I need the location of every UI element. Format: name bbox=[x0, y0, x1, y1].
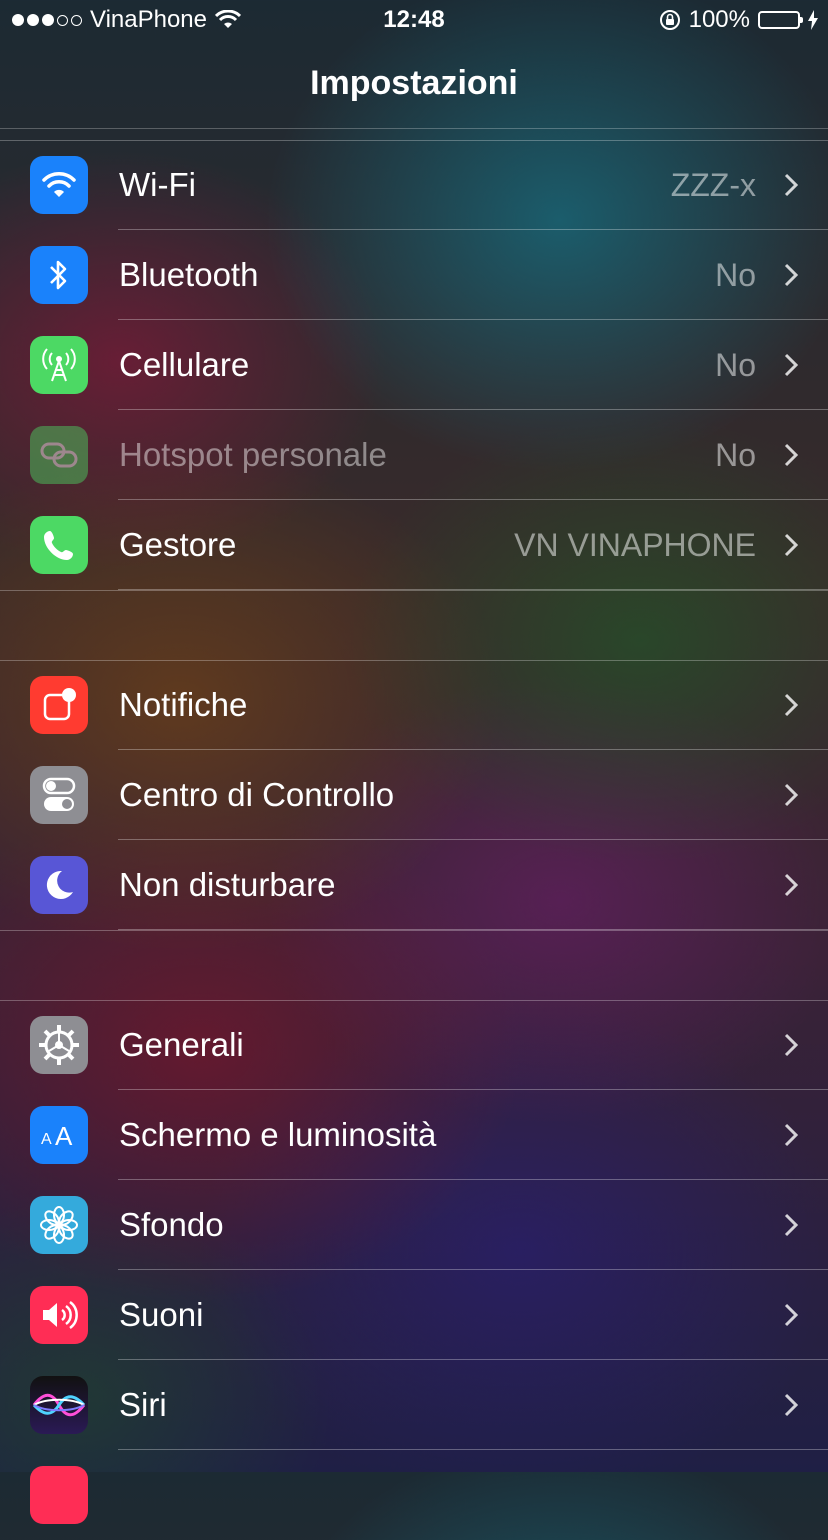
row-label: Sfondo bbox=[119, 1206, 224, 1243]
group-bottom-line bbox=[0, 590, 828, 591]
row-value: VN VINAPHONE bbox=[514, 527, 756, 563]
moon-icon bbox=[30, 856, 88, 914]
page-title: Impostazioni bbox=[310, 64, 518, 102]
row-label: Non disturbare bbox=[119, 866, 336, 903]
row-label: Gestore bbox=[119, 526, 237, 563]
svg-text:A: A bbox=[55, 1121, 73, 1150]
row-label: Hotspot personale bbox=[119, 436, 387, 473]
row-value: No bbox=[715, 257, 756, 293]
battery-percent: 100% bbox=[688, 6, 750, 33]
wallpaper-flower-icon bbox=[30, 1196, 88, 1254]
settings-row-siri[interactable]: Siri bbox=[0, 1360, 828, 1450]
control-center-toggles-icon bbox=[30, 766, 88, 824]
chevron-right-icon bbox=[784, 873, 798, 897]
chevron-right-icon bbox=[784, 1213, 798, 1237]
row-value: No bbox=[715, 347, 756, 383]
notifications-icon bbox=[30, 676, 88, 734]
nav-separator bbox=[0, 128, 828, 129]
chevron-right-icon bbox=[784, 693, 798, 717]
row-label: Notifiche bbox=[119, 686, 248, 723]
wifi-icon bbox=[30, 156, 88, 214]
group-bottom-line bbox=[0, 930, 828, 931]
settings-group-general: Generali A A Schermo e luminosità Sfondo… bbox=[0, 1000, 828, 1540]
chevron-right-icon bbox=[784, 1303, 798, 1327]
text-size-icon: A A bbox=[30, 1106, 88, 1164]
row-label: Siri bbox=[119, 1386, 167, 1423]
chevron-right-icon bbox=[784, 1393, 798, 1417]
settings-row-wallpaper[interactable]: Sfondo bbox=[0, 1180, 828, 1270]
settings-row-partial[interactable] bbox=[0, 1450, 828, 1540]
row-label: Cellulare bbox=[119, 346, 250, 383]
chevron-right-icon bbox=[784, 1033, 798, 1057]
chevron-right-icon bbox=[784, 533, 798, 557]
settings-row-bluetooth[interactable]: Bluetooth No bbox=[0, 230, 828, 320]
settings-group-notifications: Notifiche Centro di Controllo Non distur… bbox=[0, 660, 828, 931]
rotation-lock-icon bbox=[659, 10, 680, 30]
chevron-right-icon bbox=[784, 1123, 798, 1147]
row-label: Wi-Fi bbox=[119, 166, 196, 203]
row-label: Bluetooth bbox=[119, 256, 259, 293]
cellular-antenna-icon bbox=[30, 336, 88, 394]
chevron-right-icon bbox=[784, 443, 798, 467]
hotspot-chain-icon bbox=[30, 426, 88, 484]
gear-icon bbox=[30, 1016, 88, 1074]
chevron-right-icon bbox=[784, 263, 798, 287]
settings-row-notifications[interactable]: Notifiche bbox=[0, 660, 828, 750]
row-label: Centro di Controllo bbox=[119, 776, 395, 813]
row-label: Schermo e luminosità bbox=[119, 1116, 437, 1153]
row-label: Suoni bbox=[119, 1296, 204, 1333]
settings-row-cellular[interactable]: Cellulare No bbox=[0, 320, 828, 410]
settings-row-general[interactable]: Generali bbox=[0, 1000, 828, 1090]
settings-row-carrier[interactable]: Gestore VN VINAPHONE bbox=[0, 500, 828, 590]
settings-row-control-center[interactable]: Centro di Controllo bbox=[0, 750, 828, 840]
bluetooth-icon bbox=[30, 246, 88, 304]
settings-row-hotspot[interactable]: Hotspot personale No bbox=[0, 410, 828, 500]
settings-row-sounds[interactable]: Suoni bbox=[0, 1270, 828, 1360]
settings-row-wifi[interactable]: Wi-Fi ZZZ-x bbox=[0, 140, 828, 230]
charging-bolt-icon bbox=[808, 10, 818, 30]
chevron-right-icon bbox=[784, 173, 798, 197]
battery-icon bbox=[758, 11, 803, 29]
row-label: Generali bbox=[119, 1026, 244, 1063]
partial-row-icon bbox=[30, 1466, 88, 1524]
row-value: No bbox=[715, 437, 756, 473]
settings-group-connectivity: Wi-Fi ZZZ-x Bluetooth No Cellulare No Ho… bbox=[0, 140, 828, 591]
speaker-icon bbox=[30, 1286, 88, 1344]
phone-icon bbox=[30, 516, 88, 574]
settings-row-do-not-disturb[interactable]: Non disturbare bbox=[0, 840, 828, 930]
row-value: ZZZ-x bbox=[670, 167, 756, 203]
chevron-right-icon bbox=[784, 783, 798, 807]
chevron-right-icon bbox=[784, 353, 798, 377]
svg-text:A: A bbox=[41, 1131, 52, 1148]
status-right: 100% bbox=[659, 6, 818, 34]
status-bar: VinaPhone 12:48 100% bbox=[0, 0, 828, 40]
siri-icon bbox=[30, 1376, 88, 1434]
settings-row-display-brightness[interactable]: A A Schermo e luminosità bbox=[0, 1090, 828, 1180]
